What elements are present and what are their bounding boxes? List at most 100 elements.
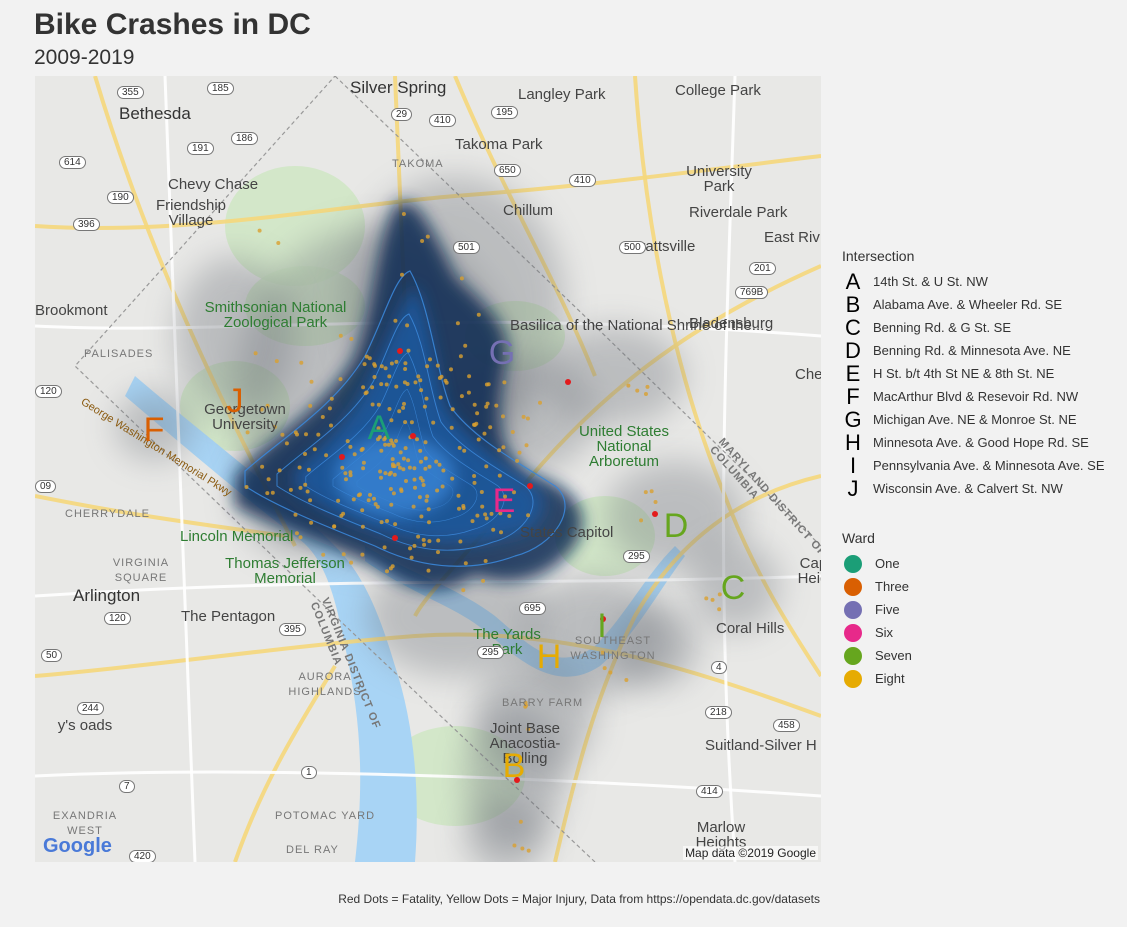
major-injury-dot [366,498,371,503]
density-haze [545,326,685,426]
major-injury-dot [412,543,417,548]
major-injury-dot [459,276,464,281]
route-shield: 695 [519,602,546,615]
fatality-dot [339,454,345,460]
basemap[interactable]: Silver Spring Langley Park College Park Bet… [35,76,821,862]
major-injury-dot [474,421,479,426]
route-shield: 195 [491,106,518,119]
major-injury-dot [417,495,422,500]
place-label-riverdale-park: Riverdale Park [689,204,788,221]
place-label-pentagon: The Pentagon [181,608,276,625]
major-injury-dot [304,432,308,437]
major-injury-dot [324,453,329,458]
major-injury-dot [526,848,531,853]
major-injury-dot [418,448,423,453]
major-injury-dot [472,480,477,485]
intersection-legend-label: Michigan Ave. NE & Monroe St. NE [873,412,1077,427]
major-injury-dot [518,819,523,824]
major-injury-dot [459,394,464,399]
intersection-marker-b: B [502,747,526,785]
major-injury-dot [425,494,430,499]
major-injury-dot [379,475,383,480]
major-injury-dot [485,401,490,406]
place-label-crossroads: y's oads [57,717,113,734]
place-label-chevy-chase: Chevy Chase [168,176,259,193]
major-injury-dot [388,487,393,491]
intersection-legend: Intersection A 14th St. & U St. NW B Alabam… [842,248,1105,501]
intersection-legend-title: Intersection [842,248,915,264]
major-injury-dot [368,492,372,497]
major-injury-dot [260,464,265,469]
route-shield: 501 [453,241,480,254]
route-shield: 09 [35,480,57,493]
major-injury-dot [348,473,353,478]
ward-color-swatch [844,623,862,642]
major-injury-dot [710,597,715,602]
map-attribution: Map data ©2019 Google [683,846,818,860]
intersection-marker-j: J [226,382,244,420]
major-injury-dot [497,473,502,478]
major-injury-dot [351,497,356,502]
major-injury-dot [373,502,378,507]
route-shield: 191 [187,142,214,155]
major-injury-dot [401,405,406,410]
major-injury-dot [387,374,392,379]
fatality-dot [565,379,571,385]
major-injury-dot [428,357,432,362]
place-label-georgetown: Georgetown University [204,401,286,433]
major-injury-dot [309,520,314,525]
ward-color-swatch [844,600,862,619]
route-shield: 120 [35,385,62,398]
major-injury-dot [435,488,440,493]
major-injury-dot [397,465,402,470]
major-injury-dot [538,400,542,405]
route-shield: 295 [623,550,650,563]
major-injury-dot [399,487,404,492]
major-injury-dot [450,476,455,481]
major-injury-dot [405,382,410,386]
major-injury-dot [352,452,357,457]
major-injury-dot [476,312,481,317]
intersection-legend-item: B Alabama Ave. & Wheeler Rd. SE [842,292,1105,317]
route-shield: 120 [104,612,131,625]
major-injury-dot [423,466,428,471]
chart-subtitle: 2009-2019 [34,46,135,69]
major-injury-dot [372,496,376,501]
major-injury-dot [385,569,389,574]
intersection-legend-label: Benning Rd. & Minnesota Ave. NE [873,343,1071,358]
major-injury-dot [306,467,311,472]
major-injury-dot [421,483,426,487]
major-injury-dot [526,513,531,518]
major-injury-dot [427,520,431,525]
major-injury-dot [475,513,480,518]
major-injury-dot [382,545,387,550]
intersection-marker-f: F [143,411,165,449]
major-injury-dot [305,489,310,494]
route-shield: 410 [429,114,456,127]
place-label-bethesda: Bethesda [119,104,191,123]
major-injury-dot [484,516,489,521]
major-injury-dot [419,388,424,393]
fatality-dot [652,511,658,517]
major-injury-dot [643,490,648,495]
major-injury-dot [383,366,388,371]
major-injury-dot [457,506,461,511]
major-injury-dot [397,409,402,414]
major-injury-dot [645,384,650,389]
intersection-marker-d: D [663,507,689,545]
major-injury-dot [390,564,395,569]
major-injury-dot [510,430,515,434]
major-injury-dot [423,440,428,445]
major-injury-dot [497,448,502,453]
major-injury-dot [401,456,406,461]
ward-legend-item: One [842,552,912,575]
major-injury-dot [444,380,449,385]
major-injury-dot [280,432,285,437]
major-injury-dot [405,323,410,328]
major-injury-dot [393,318,398,323]
major-injury-dot [461,506,466,510]
major-injury-dot [426,568,431,573]
ward-legend-item: Five [842,598,912,621]
intersection-legend-key: J [847,475,859,501]
major-injury-dot [502,380,507,385]
